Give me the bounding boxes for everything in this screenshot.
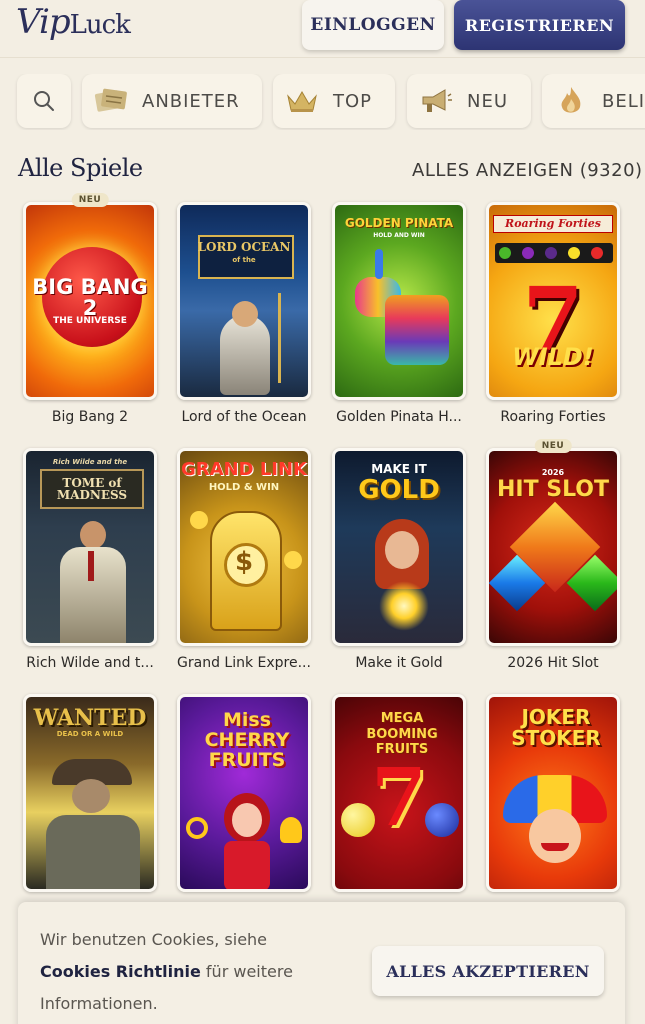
megaphone-icon <box>419 84 453 118</box>
game-tile[interactable]: NEU 2026 HIT SLOT 2026 Hit Slot <box>486 439 620 671</box>
game-art-title: LORD OCEAN <box>197 240 291 254</box>
game-name: Grand Link Expre... <box>177 655 311 671</box>
game-name: Big Bang 2 <box>51 409 129 425</box>
cookie-policy-link[interactable]: Cookies Richtlinie <box>40 962 201 981</box>
game-art-title: Roaring Forties <box>505 217 601 230</box>
game-tile[interactable]: NEU BIG BANG 2 THE UNIVERSE Big Bang 2 <box>23 193 157 425</box>
game-name: Golden Pinata H... <box>336 409 462 425</box>
category-top-label: TOP <box>333 90 373 112</box>
game-thumbnail[interactable]: GOLDEN PINATA HOLD AND WIN <box>332 202 466 400</box>
crown-icon <box>285 84 319 118</box>
game-tile[interactable]: Miss CHERRY FRUITS <box>177 694 311 901</box>
game-name: Roaring Forties <box>500 409 606 425</box>
game-name: Lord of the Ocean <box>181 409 307 425</box>
cookie-text-intro: Wir benutzen Cookies, siehe <box>40 930 268 949</box>
search-icon <box>34 91 54 111</box>
register-button[interactable]: REGISTRIEREN <box>454 0 625 50</box>
search-button[interactable] <box>17 74 71 128</box>
game-name: Rich Wilde and t... <box>26 655 154 671</box>
game-tile[interactable]: Rich Wilde and the TOME of MADNESS Rich … <box>23 448 157 671</box>
game-art-subtitle: HOLD & WIN <box>208 482 280 493</box>
section-title: Alle Spiele <box>18 154 143 182</box>
game-thumbnail[interactable]: GRAND LINK HOLD & WIN $ <box>177 448 311 646</box>
cookie-message: Wir benutzen Cookies, siehe Cookies Rich… <box>40 924 350 1020</box>
game-name: 2026 Hit Slot <box>507 655 599 671</box>
game-art-title: WANTED <box>33 705 147 731</box>
game-art-title: HIT SLOT <box>496 477 610 502</box>
game-thumbnail[interactable]: LORD OCEAN of the <box>177 202 311 400</box>
game-art-subtitle: Rich Wilde and the <box>52 458 128 466</box>
category-beliebt-label: BELI <box>602 90 645 112</box>
show-all-link[interactable]: ALLES ANZEIGEN (9320) <box>412 160 643 181</box>
game-tile[interactable]: GRAND LINK HOLD & WIN $ Grand Link Expre… <box>177 448 311 671</box>
game-thumbnail[interactable]: 2026 HIT SLOT <box>486 448 620 646</box>
game-art-title: MAKE IT <box>371 462 427 476</box>
provider-icon <box>94 84 128 118</box>
game-art-subtitle: GOLD <box>358 475 440 505</box>
game-tile[interactable]: GOLDEN PINATA HOLD AND WIN Golden Pinata… <box>332 202 466 425</box>
game-thumbnail[interactable]: JOKER STOKER <box>486 694 620 892</box>
category-beliebt[interactable]: BELI <box>542 74 645 128</box>
game-thumbnail[interactable]: Miss CHERRY FRUITS <box>177 694 311 892</box>
game-art-subtitle: THE UNIVERSE <box>53 316 127 326</box>
game-art-subtitle: HOLD AND WIN <box>373 232 425 239</box>
game-art-title: Miss CHERRY FRUITS <box>204 709 290 771</box>
new-badge: NEU <box>71 193 109 207</box>
game-art-title: JOKER STOKER <box>511 705 601 750</box>
game-thumbnail[interactable]: WANTED DEAD OR A WILD <box>23 694 157 892</box>
game-tile[interactable]: Roaring Forties 7 WILD! Roaring Forties <box>486 202 620 425</box>
login-button[interactable]: EINLOGGEN <box>302 0 444 50</box>
game-name: Make it Gold <box>355 655 443 671</box>
category-neu-label: NEU <box>467 90 509 112</box>
game-art-title: GRAND LINK <box>180 459 308 480</box>
new-badge: NEU <box>534 439 572 453</box>
game-thumbnail[interactable]: MEGA BOOMING FRUITS 7 <box>332 694 466 892</box>
game-thumbnail[interactable]: BIG BANG 2 THE UNIVERSE <box>23 202 157 400</box>
game-thumbnail[interactable]: MAKE IT GOLD <box>332 448 466 646</box>
game-tile[interactable]: JOKER STOKER <box>486 694 620 901</box>
game-art-subtitle: 2026 <box>541 468 565 477</box>
game-art-subtitle: DEAD OR A WILD <box>56 730 124 738</box>
game-thumbnail[interactable]: Rich Wilde and the TOME of MADNESS <box>23 448 157 646</box>
category-anbieter[interactable]: ANBIETER <box>82 74 262 128</box>
cookie-banner: Wir benutzen Cookies, siehe Cookies Rich… <box>18 902 625 1024</box>
game-art-subtitle: of the <box>232 256 256 264</box>
category-top[interactable]: TOP <box>273 74 395 128</box>
game-thumbnail[interactable]: Roaring Forties 7 WILD! <box>486 202 620 400</box>
game-art-title: BIG BANG 2 <box>32 275 148 320</box>
flame-icon <box>554 84 588 118</box>
category-bar: ANBIETER TOP NEU BELI <box>0 74 645 130</box>
game-tile[interactable]: MEGA BOOMING FRUITS 7 <box>332 694 466 901</box>
category-anbieter-label: ANBIETER <box>142 90 240 112</box>
game-tile[interactable]: WANTED DEAD OR A WILD <box>23 694 157 901</box>
header: VipLuck EINLOGGEN REGISTRIEREN <box>0 0 645 58</box>
game-tile[interactable]: MAKE IT GOLD Make it Gold <box>332 448 466 671</box>
game-tile[interactable]: LORD OCEAN of the Lord of the Ocean <box>177 202 311 425</box>
logo-luck-text: Luck <box>69 10 131 40</box>
category-neu[interactable]: NEU <box>407 74 531 128</box>
vipluck-logo[interactable]: VipLuck <box>16 2 131 42</box>
game-art-title: GOLDEN PINATA <box>344 216 454 230</box>
logo-vip-text: Vip <box>16 2 71 42</box>
game-art-title: TOME of MADNESS <box>56 476 128 502</box>
accept-all-button[interactable]: ALLES AKZEPTIEREN <box>372 946 604 996</box>
game-art-subtitle: WILD! <box>512 343 594 371</box>
